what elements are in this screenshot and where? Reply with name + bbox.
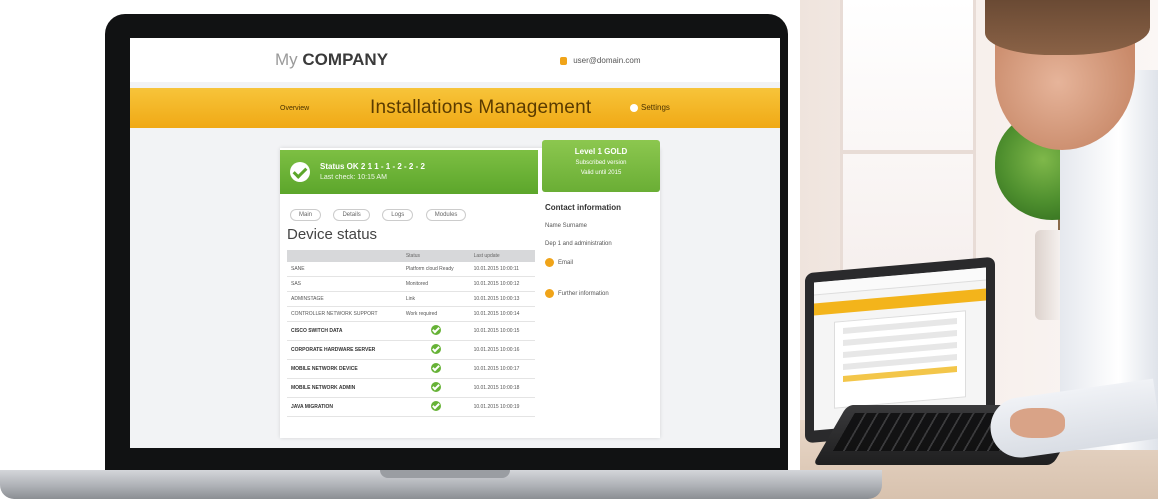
device-name: CONTROLLER NETWORK SUPPORT	[287, 306, 402, 322]
email-link[interactable]: Email	[545, 258, 660, 267]
page-title: Installations Management	[370, 97, 592, 118]
column-header: Status	[401, 250, 470, 262]
device-name: MOBILE NETWORK ADMIN	[287, 378, 402, 398]
table-row[interactable]: JAVA MIGRATION 10.01.2015 10:00:19	[287, 397, 535, 417]
contact-panel: Contact information Name Surname Dep 1 a…	[545, 203, 660, 298]
settings-label: Settings	[641, 103, 670, 112]
device-status	[401, 378, 470, 398]
settings-link[interactable]: Settings	[630, 103, 670, 112]
tab-bar: Main Details Logs Modules	[290, 203, 474, 221]
person-hair	[985, 0, 1150, 55]
device-status	[401, 359, 470, 379]
status-ok-icon	[430, 382, 441, 392]
device-status	[401, 340, 470, 360]
user-icon	[560, 56, 567, 65]
further-info-label: Further information	[558, 290, 609, 297]
device-name: SAS	[287, 276, 402, 292]
device-status: Platform cloud Ready	[401, 262, 470, 277]
contact-company: Dep 1 and administration	[545, 241, 612, 247]
last-update: 10.01.2015 10:00:13	[469, 291, 535, 307]
device-name: SANE	[287, 262, 402, 277]
last-update: 10.01.2015 10:00:16	[469, 340, 535, 360]
settings-icon	[630, 103, 638, 112]
subscription-line2: Valid until 2015	[580, 170, 622, 176]
person-hand	[1010, 408, 1065, 438]
tab-details[interactable]: Details	[333, 209, 370, 221]
info-icon	[545, 289, 554, 298]
status-ok-icon	[430, 401, 441, 411]
brand-company: COMPANY	[302, 50, 389, 69]
device-name: CORPORATE HARDWARE SERVER	[287, 340, 402, 360]
status-ok-icon	[430, 363, 441, 373]
laptop-notch	[380, 470, 510, 478]
status-title: Status OK 2 1 1 - 1 - 2 - 2 - 2	[320, 162, 425, 171]
tab-main[interactable]: Main	[290, 209, 322, 221]
status-subtitle: Last check: 10:15 AM	[320, 174, 387, 181]
table-row[interactable]: CISCO SWITCH DATA 10.01.2015 10:00:15	[287, 321, 535, 341]
table-row[interactable]: CORPORATE HARDWARE SERVER 10.01.2015 10:0…	[287, 340, 535, 360]
device-name: MOBILE NETWORK DEVICE	[287, 359, 402, 379]
last-update: 10.01.2015 10:00:19	[469, 397, 535, 417]
brand-my: My	[275, 50, 298, 69]
company-logo[interactable]: My COMPANY	[275, 50, 388, 70]
title-band: Overview Installations Management Settin…	[130, 88, 780, 128]
device-name: ADMINSTAGE	[287, 291, 402, 307]
user-menu[interactable]: user@domain.com	[560, 56, 641, 65]
subscription-title: Level 1 GOLD	[574, 147, 628, 156]
table-row[interactable]: SANE Platform cloud Ready 10.01.2015 10:00…	[287, 262, 535, 277]
nav-overview-link[interactable]: Overview	[280, 105, 309, 112]
last-update: 10.01.2015 10:00:17	[469, 359, 535, 379]
last-update: 10.01.2015 10:00:11	[469, 262, 535, 277]
last-update: 10.01.2015 10:00:18	[469, 378, 535, 398]
table-row[interactable]: MOBILE NETWORK ADMIN 10.01.2015 10:00:18	[287, 378, 535, 398]
table-header-row: Status Last update	[287, 250, 535, 262]
device-status-table: Status Last update SANE Platform cloud Re…	[287, 250, 535, 417]
column-header: Last update	[469, 250, 535, 262]
email-icon	[545, 258, 554, 267]
status-ok-icon	[430, 344, 441, 354]
device-status	[401, 397, 470, 417]
last-update: 10.01.2015 10:00:12	[469, 276, 535, 292]
column-header	[287, 250, 402, 262]
last-update: 10.01.2015 10:00:14	[469, 306, 535, 322]
app-window: My COMPANY user@domain.com Overview Inst…	[130, 38, 780, 448]
tab-logs[interactable]: Logs	[382, 209, 414, 221]
device-status: Monitored	[401, 276, 470, 292]
last-update: 10.01.2015 10:00:15	[469, 321, 535, 341]
device-name: JAVA MIGRATION	[287, 397, 402, 417]
subscription-line1: Subscribed version	[575, 160, 627, 166]
email-label: Email	[558, 259, 574, 266]
subscription-card[interactable]: Level 1 GOLD Subscribed version Valid un…	[542, 140, 660, 192]
user-email: user@domain.com	[573, 56, 641, 65]
laptop-screen: My COMPANY user@domain.com Overview Inst…	[130, 38, 780, 448]
table-row[interactable]: MOBILE NETWORK DEVICE 10.01.2015 10:00:17	[287, 359, 535, 379]
device-name: CISCO SWITCH DATA	[287, 321, 402, 341]
table-row[interactable]: CONTROLLER NETWORK SUPPORT Work required 1…	[287, 306, 535, 322]
section-title: Device status	[287, 226, 378, 243]
status-banner: Status OK 2 1 1 - 1 - 2 - 2 - 2 Last che…	[280, 150, 538, 194]
device-status: Work required	[401, 306, 470, 322]
further-info-link[interactable]: Further information	[545, 289, 660, 298]
contact-name: Name Surname	[545, 223, 588, 229]
tab-modules[interactable]: Modules	[425, 209, 467, 221]
device-status: Link	[401, 291, 470, 307]
contact-title: Contact information	[545, 203, 621, 212]
app-header: My COMPANY user@domain.com	[130, 38, 780, 82]
table-row[interactable]: ADMINSTAGE Link 10.01.2015 10:00:13	[287, 291, 535, 307]
status-ok-icon	[430, 325, 441, 335]
table-row[interactable]: SAS Monitored 10.01.2015 10:00:12	[287, 276, 535, 292]
check-icon	[290, 162, 310, 182]
device-status	[401, 321, 470, 341]
